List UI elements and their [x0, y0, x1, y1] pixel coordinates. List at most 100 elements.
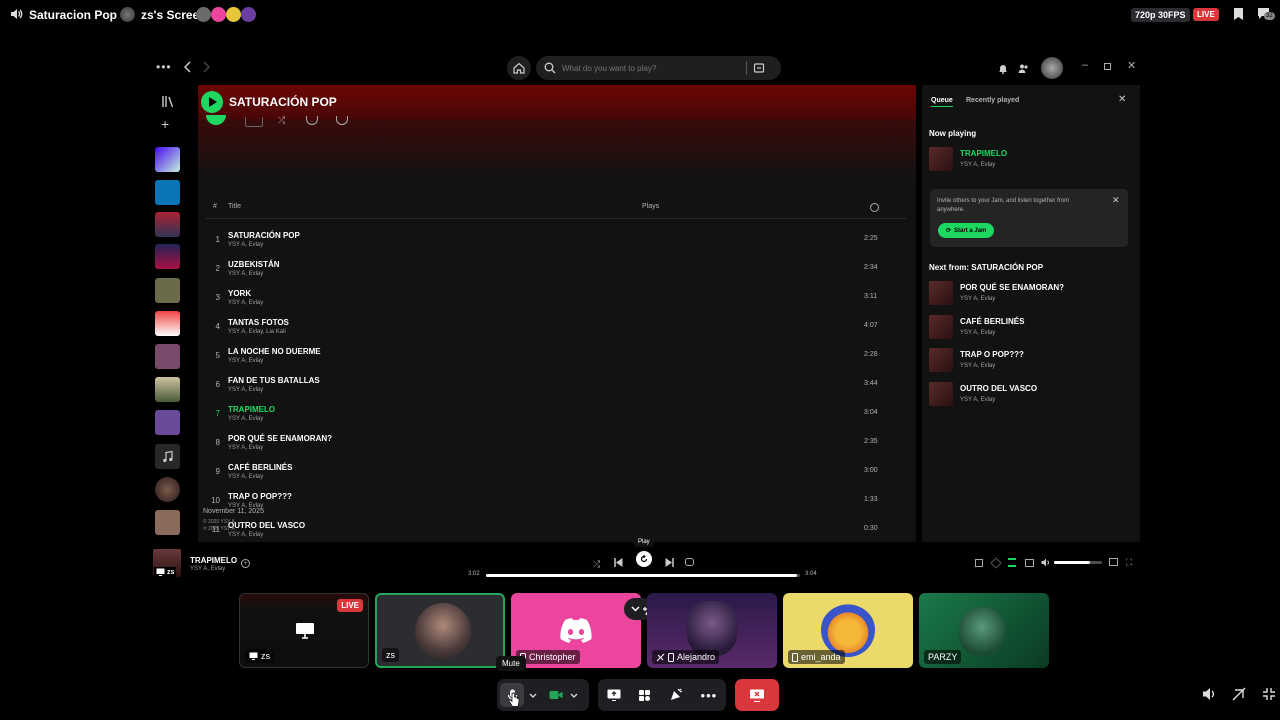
track-artists[interactable]: YSY A, Evlay	[228, 271, 263, 277]
player-track-title[interactable]: TRAPIMELO	[190, 556, 237, 565]
hide-non-video-icon[interactable]	[1232, 687, 1246, 701]
table-row[interactable]: 6 FAN DE TUS BATALLAS YSY A, Evlay 3:44	[206, 376, 906, 402]
tab-queue[interactable]: Queue	[931, 97, 953, 107]
now-playing-view-icon[interactable]	[975, 559, 983, 567]
queue-item-title[interactable]: CAFÉ BERLINÉS	[960, 317, 1024, 326]
playlist-thumbnail[interactable]	[155, 510, 180, 535]
shuffle-icon[interactable]: ⤮	[278, 115, 285, 126]
table-row[interactable]: 1 SATURACIÓN POP YSY A, Evlay 2:25	[206, 231, 906, 257]
activities-button[interactable]	[638, 689, 651, 702]
soundboard-button[interactable]	[669, 688, 683, 702]
tile-parzy[interactable]: PARZY	[919, 593, 1049, 668]
track-artists[interactable]: YSY A, Evlay, Lia Kali	[228, 329, 286, 335]
track-artists[interactable]: YSY A, Evlay	[228, 445, 263, 451]
leave-call-button[interactable]	[735, 679, 779, 711]
start-jam-button[interactable]: ⟳ Start a Jam	[938, 223, 995, 238]
playlist-thumbnail[interactable]	[155, 311, 180, 336]
artist-thumbnail[interactable]	[155, 477, 180, 502]
now-playing-art[interactable]	[929, 147, 953, 171]
playlist-thumbnail[interactable]	[155, 244, 180, 269]
player-track-artists[interactable]: YSY A, Evlay	[190, 566, 225, 572]
more-options-icon[interactable]: •••	[701, 688, 718, 703]
maximize-icon[interactable]	[1104, 63, 1111, 70]
queue-item[interactable]: TRAP O POP??? YSY A, Evlay	[929, 348, 1129, 374]
speaker-icon[interactable]	[9, 7, 23, 21]
track-title[interactable]: TRAPIMELO	[228, 405, 275, 414]
track-artists[interactable]: YSY A, Evlay	[228, 474, 263, 480]
track-title[interactable]: TANTAS FOTOS	[228, 318, 289, 327]
share-screen-button[interactable]	[607, 689, 621, 701]
home-button[interactable]	[507, 56, 531, 80]
volume-icon[interactable]	[1041, 558, 1050, 567]
table-row[interactable]: 10 TRAP O POP??? YSY A, Evlay 1:33	[206, 492, 906, 518]
table-row[interactable]: 9 CAFÉ BERLINÉS YSY A, Evlay 3:00	[206, 463, 906, 489]
profile-avatar[interactable]	[1041, 57, 1063, 79]
audio-options-chevron-icon[interactable]	[529, 693, 537, 698]
table-row[interactable]: 3 YORK YSY A, Evlay 3:11	[206, 289, 906, 315]
shuffle-icon[interactable]: ⤮	[593, 559, 600, 570]
lyrics-icon[interactable]	[990, 557, 1002, 569]
queue-icon[interactable]	[1008, 558, 1016, 567]
miniplayer-icon[interactable]	[1109, 558, 1118, 566]
playlist-thumbnail[interactable]	[155, 180, 180, 205]
track-artists[interactable]: YSY A, Evlay	[228, 242, 263, 248]
track-title[interactable]: YORK	[228, 289, 251, 298]
exit-fullscreen-icon[interactable]	[1262, 687, 1276, 701]
playlist-thumbnail[interactable]	[155, 212, 180, 237]
table-row[interactable]: 4 TANTAS FOTOS YSY A, Evlay, Lia Kali 4:07	[206, 318, 906, 344]
back-arrow-icon[interactable]	[184, 61, 192, 73]
volume-icon[interactable]	[1202, 687, 1217, 701]
track-title[interactable]: POR QUÉ SE ENAMORAN?	[228, 434, 332, 443]
queue-item[interactable]: OUTRO DEL VASCO YSY A, Evlay	[929, 381, 1129, 408]
track-artists[interactable]: YSY A, Evlay	[228, 358, 263, 364]
track-artists[interactable]: YSY A, Evlay	[228, 387, 263, 393]
liked-songs-thumbnail[interactable]	[155, 147, 180, 172]
queue-item[interactable]: CAFÉ BERLINÉS YSY A, Evlay	[929, 314, 1129, 341]
playlist-thumbnail[interactable]	[155, 344, 180, 369]
volume-slider[interactable]	[1054, 561, 1102, 564]
create-playlist-icon[interactable]: +	[161, 116, 169, 132]
close-icon[interactable]: ✕	[1127, 59, 1136, 72]
queue-item-artists[interactable]: YSY A, Evlay	[960, 397, 995, 403]
table-row[interactable]: 7 TRAPIMELO YSY A, Evlay 3:04	[206, 405, 906, 431]
playlist-thumbnail[interactable]	[155, 410, 180, 435]
tile-emi-anda[interactable]: emi_anda	[783, 593, 913, 668]
music-note-icon[interactable]	[155, 444, 180, 469]
playlist-thumbnail[interactable]	[155, 377, 180, 402]
track-title[interactable]: SATURACIÓN POP	[228, 231, 300, 240]
repeat-icon[interactable]	[685, 558, 694, 566]
track-artists[interactable]: YSY A, Evlay	[228, 416, 263, 422]
track-title[interactable]: CAFÉ BERLINÉS	[228, 463, 292, 472]
track-title[interactable]: LA NOCHE NO DUERME	[228, 347, 321, 356]
fullscreen-icon[interactable]: ⛶	[1126, 558, 1132, 567]
close-queue-icon[interactable]: ✕	[1118, 94, 1126, 105]
tile-christopher[interactable]: Christopher	[511, 593, 641, 668]
tile-camera-zs[interactable]: zs	[375, 593, 505, 668]
connect-device-icon[interactable]	[1025, 559, 1034, 567]
video-options-chevron-icon[interactable]	[570, 693, 578, 698]
queue-item-title[interactable]: TRAP O POP???	[960, 350, 1024, 359]
play-button[interactable]	[201, 91, 223, 113]
more-options-icon[interactable]: •••	[156, 60, 172, 74]
table-row[interactable]: 8 POR QUÉ SE ENAMORAN? YSY A, Evlay 2:35	[206, 434, 906, 460]
search-input[interactable]	[562, 63, 742, 73]
tile-screen-share[interactable]: LIVE zs	[239, 593, 369, 668]
queue-item-artists[interactable]: YSY A, Evlay	[960, 363, 995, 369]
library-icon[interactable]	[162, 96, 174, 107]
friends-activity-icon[interactable]	[1018, 63, 1029, 74]
play-pause-button[interactable]	[636, 551, 652, 567]
queue-item-title[interactable]: POR QUÉ SE ENAMORAN?	[960, 283, 1064, 292]
tile-alejandro[interactable]: Alejandro	[647, 593, 777, 668]
search-bar[interactable]	[536, 56, 781, 80]
queue-item-artists[interactable]: YSY A, Evlay	[960, 330, 995, 336]
track-artists[interactable]: YSY A, Evlay	[228, 532, 263, 538]
next-icon[interactable]	[665, 558, 674, 567]
track-title[interactable]: FAN DE TUS BATALLAS	[228, 376, 320, 385]
track-title[interactable]: UZBEKISTÁN	[228, 260, 280, 269]
table-row[interactable]: 2 UZBEKISTÁN YSY A, Evlay 2:34	[206, 260, 906, 286]
track-title[interactable]: TRAP O POP???	[228, 492, 292, 501]
add-to-playlist-icon[interactable]: +	[241, 559, 250, 568]
tab-recently-played[interactable]: Recently played	[966, 97, 1019, 104]
table-row[interactable]: 5 LA NOCHE NO DUERME YSY A, Evlay 2:28	[206, 347, 906, 373]
camera-button[interactable]	[549, 690, 563, 700]
